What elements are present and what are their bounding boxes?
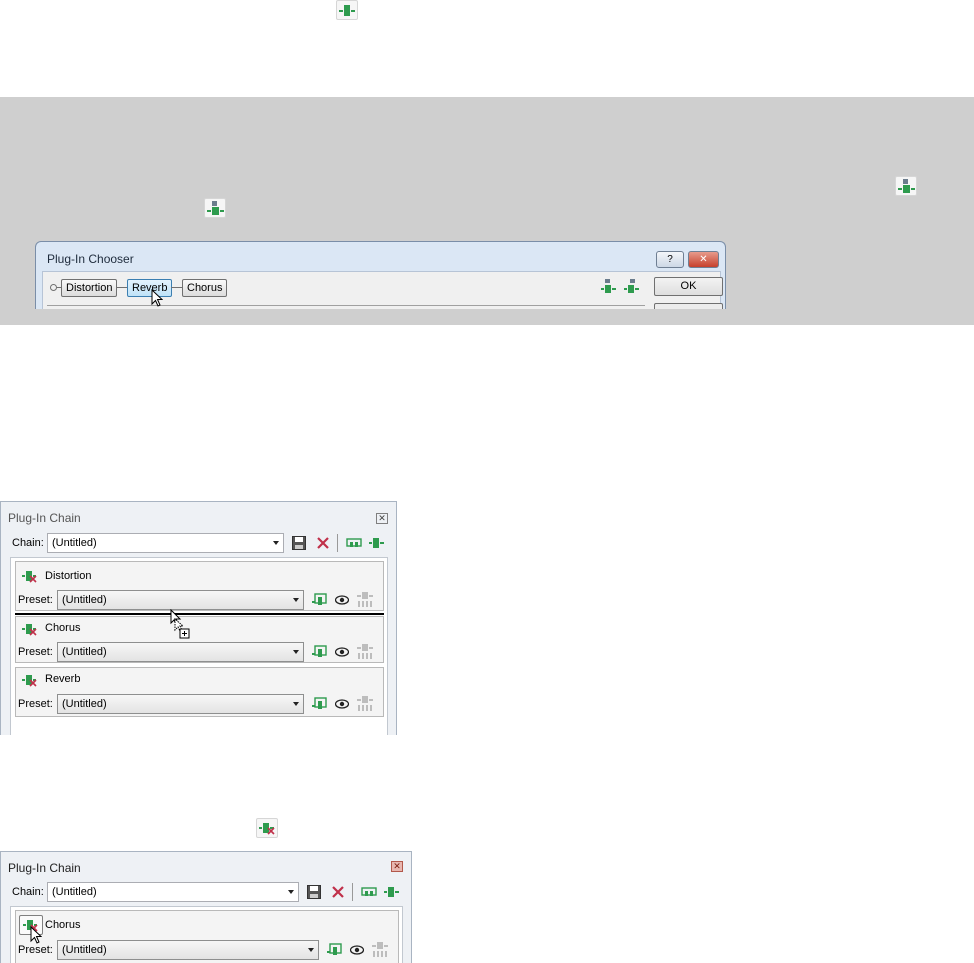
plugin-slot-chorus: Chorus Preset: (Untitled) [15,616,384,663]
plugin-slot-reverb: Reverb Preset: (Untitled) [15,667,384,717]
save-icon[interactable] [307,885,321,899]
drag-copy-cursor-icon [170,609,190,639]
add-plugin-button-left[interactable] [204,198,226,218]
plugin-chain-panel-2: Plug-In Chain ✕ Chain: (Untitled) Chorus… [0,851,412,963]
chevron-down-icon [293,650,299,654]
chevron-down-icon [308,948,314,952]
slot-name: Chorus [45,622,81,634]
chooser-body: Distortion Reverb Chorus OK [42,271,723,309]
plugin-chooser-dialog: Plug-In Chooser ? ✕ Distortion Reverb Ch… [35,241,726,309]
insert-plugin-button[interactable] [336,0,358,20]
chain-label: Chain: [12,886,44,898]
save-icon[interactable] [292,536,306,550]
insert-plugin-icon[interactable] [384,885,400,899]
insert-plugin-icon [339,5,355,16]
preset-label: Preset: [18,646,53,658]
eye-icon[interactable] [350,945,364,955]
add-plugin-icon [898,179,915,193]
preset-label: Preset: [18,594,53,606]
bypass-icon[interactable] [372,941,388,958]
chevron-down-icon [273,541,279,545]
move-right-icon[interactable] [624,279,640,294]
divider [47,305,645,306]
plugin-chain-panel: Plug-In Chain ✕ Chain: (Untitled) Distor… [0,501,397,735]
dialog-title: Plug-In Chooser [47,252,134,266]
chain-value: (Untitled) [52,537,97,549]
add-plugin-button-right[interactable] [895,176,917,196]
close-icon[interactable]: ✕ [376,513,388,524]
connector [116,287,127,288]
preset-select[interactable]: (Untitled) [57,940,319,960]
delete-icon[interactable] [316,536,330,550]
slot-name: Distortion [45,570,92,582]
move-left-icon[interactable] [601,279,617,294]
preset-label: Preset: [18,944,53,956]
plugin-tag-chorus[interactable]: Chorus [182,279,228,297]
mouse-pointer-icon [30,926,42,944]
preset-manager-icon[interactable] [327,943,343,957]
separator [337,534,338,552]
ok-button[interactable]: OK [654,277,723,296]
delete-icon[interactable] [331,885,345,899]
drop-indicator [15,613,384,615]
preset-select[interactable]: (Untitled) [57,694,304,714]
preset-label: Preset: [18,698,53,710]
bypass-icon[interactable] [357,591,373,608]
preset-manager-icon[interactable] [312,697,328,711]
close-icon[interactable]: ✕ [391,861,403,872]
plugin-slot-chorus: Chorus Preset: (Untitled) [15,910,399,963]
plugin-slot-distortion: Distortion Preset: (Untitled) [15,561,384,611]
preset-value: (Untitled) [62,944,107,956]
remove-plugin-icon [259,823,275,835]
preset-value: (Untitled) [62,646,107,658]
plugin-chooser-icon[interactable] [346,536,362,550]
plugin-tag-reverb[interactable]: Reverb [127,279,173,297]
cancel-button-partial[interactable] [654,303,723,309]
mouse-pointer-icon [151,289,163,307]
help-button[interactable]: ? [656,251,684,268]
eye-icon[interactable] [335,595,349,605]
add-plugin-icon [207,201,224,215]
connector [171,287,182,288]
chain-start-node [50,284,57,291]
preset-value: (Untitled) [62,594,107,606]
bypass-icon[interactable] [357,695,373,712]
remove-plugin-icon[interactable] [22,673,38,687]
chevron-down-icon [293,598,299,602]
remove-plugin-icon[interactable] [22,569,38,583]
preset-select[interactable]: (Untitled) [57,642,304,662]
close-button[interactable]: ✕ [688,251,719,268]
remove-plugin-button[interactable] [256,818,278,838]
chain-select[interactable]: (Untitled) [47,533,284,553]
remove-plugin-icon[interactable] [22,622,38,636]
preset-manager-icon[interactable] [312,645,328,659]
slot-name: Chorus [45,919,81,931]
chain-label: Chain: [12,537,44,549]
preset-value: (Untitled) [62,698,107,710]
preset-manager-icon[interactable] [312,593,328,607]
eye-icon[interactable] [335,699,349,709]
preset-select[interactable]: (Untitled) [57,590,304,610]
plugin-tag-distortion[interactable]: Distortion [61,279,118,297]
panel-title: Plug-In Chain [8,511,81,525]
bypass-icon[interactable] [357,643,373,660]
slot-name: Reverb [45,673,81,685]
chain-value: (Untitled) [52,886,97,898]
plugin-chooser-icon[interactable] [361,885,377,899]
eye-icon[interactable] [335,647,349,657]
separator [352,883,353,901]
insert-plugin-icon[interactable] [369,536,385,550]
chevron-down-icon [293,702,299,706]
chain-select[interactable]: (Untitled) [47,882,299,902]
chevron-down-icon [288,890,294,894]
panel-title: Plug-In Chain [8,861,81,875]
